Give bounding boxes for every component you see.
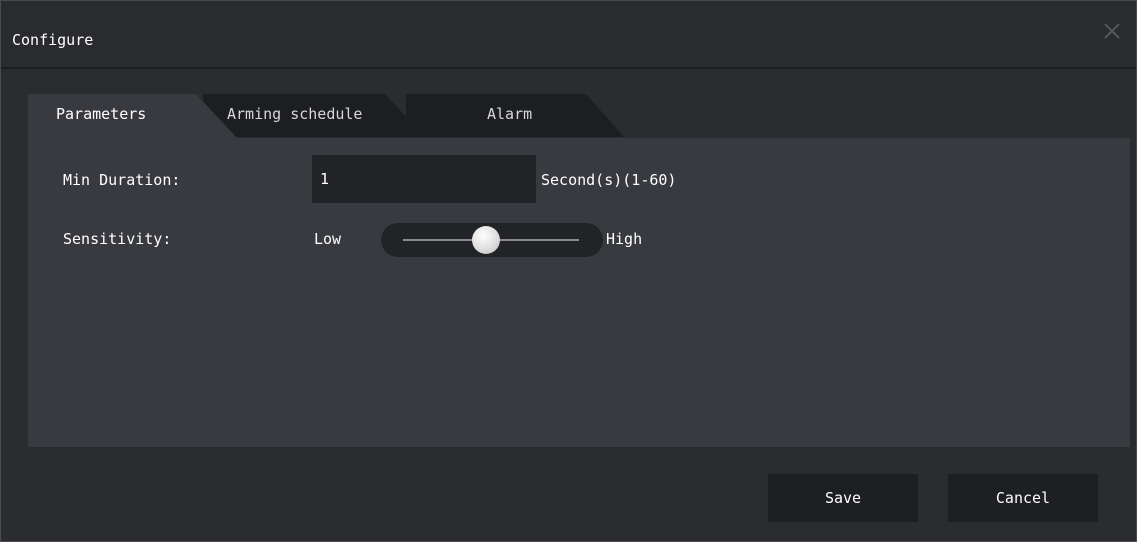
min-duration-label: Min Duration: bbox=[63, 171, 181, 189]
tab-label-alarm: Alarm bbox=[487, 105, 533, 123]
tab-bar: Alarm Arming schedule Parameters bbox=[28, 94, 628, 139]
min-duration-unit: Second(s)(1-60) bbox=[541, 171, 677, 189]
save-button[interactable]: Save bbox=[768, 474, 918, 522]
cancel-button[interactable]: Cancel bbox=[948, 474, 1098, 522]
sensitivity-slider[interactable] bbox=[381, 223, 603, 257]
dialog-title: Configure bbox=[12, 31, 94, 49]
min-duration-input[interactable] bbox=[312, 155, 536, 203]
sensitivity-high-label: High bbox=[606, 230, 643, 248]
configure-dialog: Configure Alarm Arming schedule Paramete… bbox=[0, 0, 1137, 542]
tab-label-arming-schedule: Arming schedule bbox=[227, 105, 363, 123]
slider-thumb[interactable] bbox=[471, 226, 500, 254]
tab-label-parameters: Parameters bbox=[56, 105, 147, 123]
close-button[interactable] bbox=[1102, 21, 1122, 41]
sensitivity-label: Sensitivity: bbox=[63, 230, 172, 248]
tab-parameters[interactable]: Parameters bbox=[28, 94, 246, 139]
tab-alarm[interactable]: Alarm bbox=[406, 94, 628, 139]
close-icon bbox=[1104, 23, 1120, 39]
sensitivity-low-label: Low bbox=[314, 230, 342, 248]
title-bar: Configure bbox=[1, 1, 1136, 69]
